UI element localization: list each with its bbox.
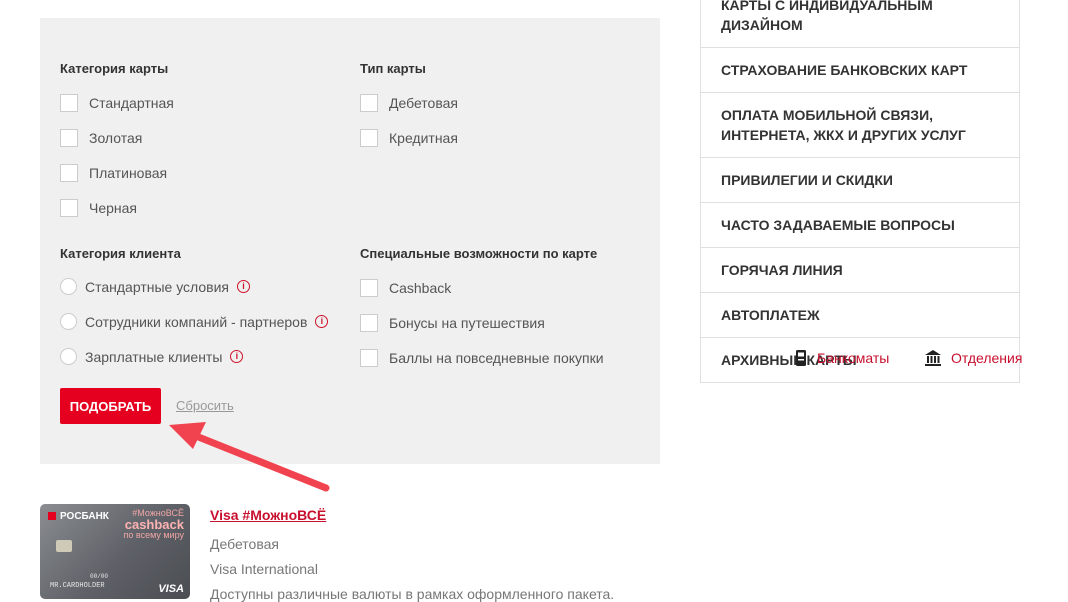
option-label: Черная [89, 200, 138, 216]
option-label: Золотая [89, 130, 143, 146]
info-icon[interactable]: i [237, 280, 250, 293]
checkbox-option-credit[interactable]: Кредитная [360, 129, 458, 147]
bank-logo: РОСБАНК [48, 511, 109, 522]
option-label: Сотрудники компаний - партнеров [85, 313, 308, 330]
side-menu-item[interactable]: ГОРЯЧАЯ ЛИНИЯ [701, 248, 1019, 293]
checkbox[interactable] [360, 349, 378, 367]
option-label: Стандартная [89, 95, 174, 111]
checkbox-option-standard[interactable]: Стандартная [60, 94, 174, 112]
option-label: Платиновая [89, 165, 168, 181]
option-label: Баллы на повседневные покупки [389, 350, 604, 366]
checkbox[interactable] [60, 94, 78, 112]
client-category-title: Категория клиента [60, 246, 181, 261]
info-icon[interactable]: i [315, 315, 329, 328]
side-menu-item[interactable]: КАРТЫ С ИНДИВИДУАЛЬНЫМ ДИЗАЙНОМ [701, 0, 1019, 48]
card-holder: MR.CARDHOLDER [50, 582, 105, 590]
option-label: Cashback [389, 280, 452, 296]
side-menu-item[interactable]: АВТОПЛАТЕЖ [701, 293, 1019, 338]
option-label: Дебетовая [389, 95, 458, 111]
card-filter-panel: Категория карты Стандартная Золотая Плат… [40, 18, 660, 464]
card-image[interactable]: РОСБАНК #МожноВСЁ cashback по всему миру… [40, 504, 190, 599]
side-menu-item[interactable]: СТРАХОВАНИЕ БАНКОВСКИХ КАРТ [701, 48, 1019, 93]
atm-link[interactable]: Банкоматы [795, 350, 889, 366]
atm-link-label: Банкоматы [817, 350, 890, 366]
checkbox[interactable] [360, 279, 378, 297]
checkbox[interactable] [60, 129, 78, 147]
card-type-text: Дебетовая [210, 536, 279, 552]
branches-link[interactable]: Отделения [925, 350, 1022, 366]
checkbox-option-cashback[interactable]: Cashback [360, 279, 451, 297]
checkbox[interactable] [360, 129, 378, 147]
checkbox-option-debit[interactable]: Дебетовая [360, 94, 458, 112]
radio-option-standard-terms[interactable]: Стандартные условия i [60, 278, 250, 295]
submit-filter-button[interactable]: ПОДОБРАТЬ [60, 388, 161, 424]
side-menu-item[interactable]: ОПЛАТА МОБИЛЬНОЙ СВЯЗИ, ИНТЕРНЕТА, ЖКХ И… [701, 93, 1019, 158]
card-title-link[interactable]: Visa #МожноВСЁ [210, 507, 326, 523]
radio-button[interactable] [60, 278, 77, 295]
side-menu: КАРТЫ С ИНДИВИДУАЛЬНЫМ ДИЗАЙНОМ СТРАХОВА… [700, 0, 1020, 383]
card-network-text: Visa International [210, 561, 318, 577]
card-type-title: Тип карты [360, 61, 426, 76]
checkbox-option-gold[interactable]: Золотая [60, 129, 142, 147]
option-label: Бонусы на путешествия [389, 315, 545, 331]
checkbox-option-travel-bonus[interactable]: Бонусы на путешествия [360, 314, 545, 332]
reset-filter-link[interactable]: Сбросить [176, 398, 234, 413]
chip-icon [56, 540, 72, 552]
radio-option-salary-clients[interactable]: Зарплатные клиенты i [60, 348, 244, 365]
checkbox-option-platinum[interactable]: Платиновая [60, 164, 167, 182]
side-menu-item[interactable]: ЧАСТО ЗАДАВАЕМЫЕ ВОПРОСЫ [701, 203, 1019, 248]
checkbox[interactable] [360, 314, 378, 332]
checkbox[interactable] [360, 94, 378, 112]
visa-logo: VISA [158, 583, 184, 595]
radio-button[interactable] [60, 348, 77, 365]
side-menu-item[interactable]: ПРИВИЛЕГИИ И СКИДКИ [701, 158, 1019, 203]
atm-icon [796, 350, 806, 366]
option-label: Зарплатные клиенты [85, 348, 223, 365]
card-expiry: 00/00 [90, 573, 109, 580]
option-label: Кредитная [389, 130, 458, 146]
card-promo-text: #МожноВСЁ cashback по всему миру [123, 508, 184, 540]
bank-building-icon [925, 350, 941, 366]
checkbox-option-black[interactable]: Черная [60, 199, 137, 217]
special-features-title: Специальные возможности по карте [360, 246, 598, 261]
checkbox-option-daily-points[interactable]: Баллы на повседневные покупки [360, 349, 604, 367]
card-category-title: Категория карты [60, 61, 169, 76]
radio-button[interactable] [60, 313, 77, 330]
card-description: Доступны различные валюты в рамках оформ… [210, 586, 615, 602]
info-icon[interactable]: i [230, 350, 244, 363]
radio-option-partner-employees[interactable]: Сотрудники компаний - партнеров i [60, 313, 329, 330]
checkbox[interactable] [60, 164, 78, 182]
branches-link-label: Отделения [951, 350, 1023, 366]
checkbox[interactable] [60, 199, 78, 217]
option-label: Стандартные условия [85, 278, 229, 295]
